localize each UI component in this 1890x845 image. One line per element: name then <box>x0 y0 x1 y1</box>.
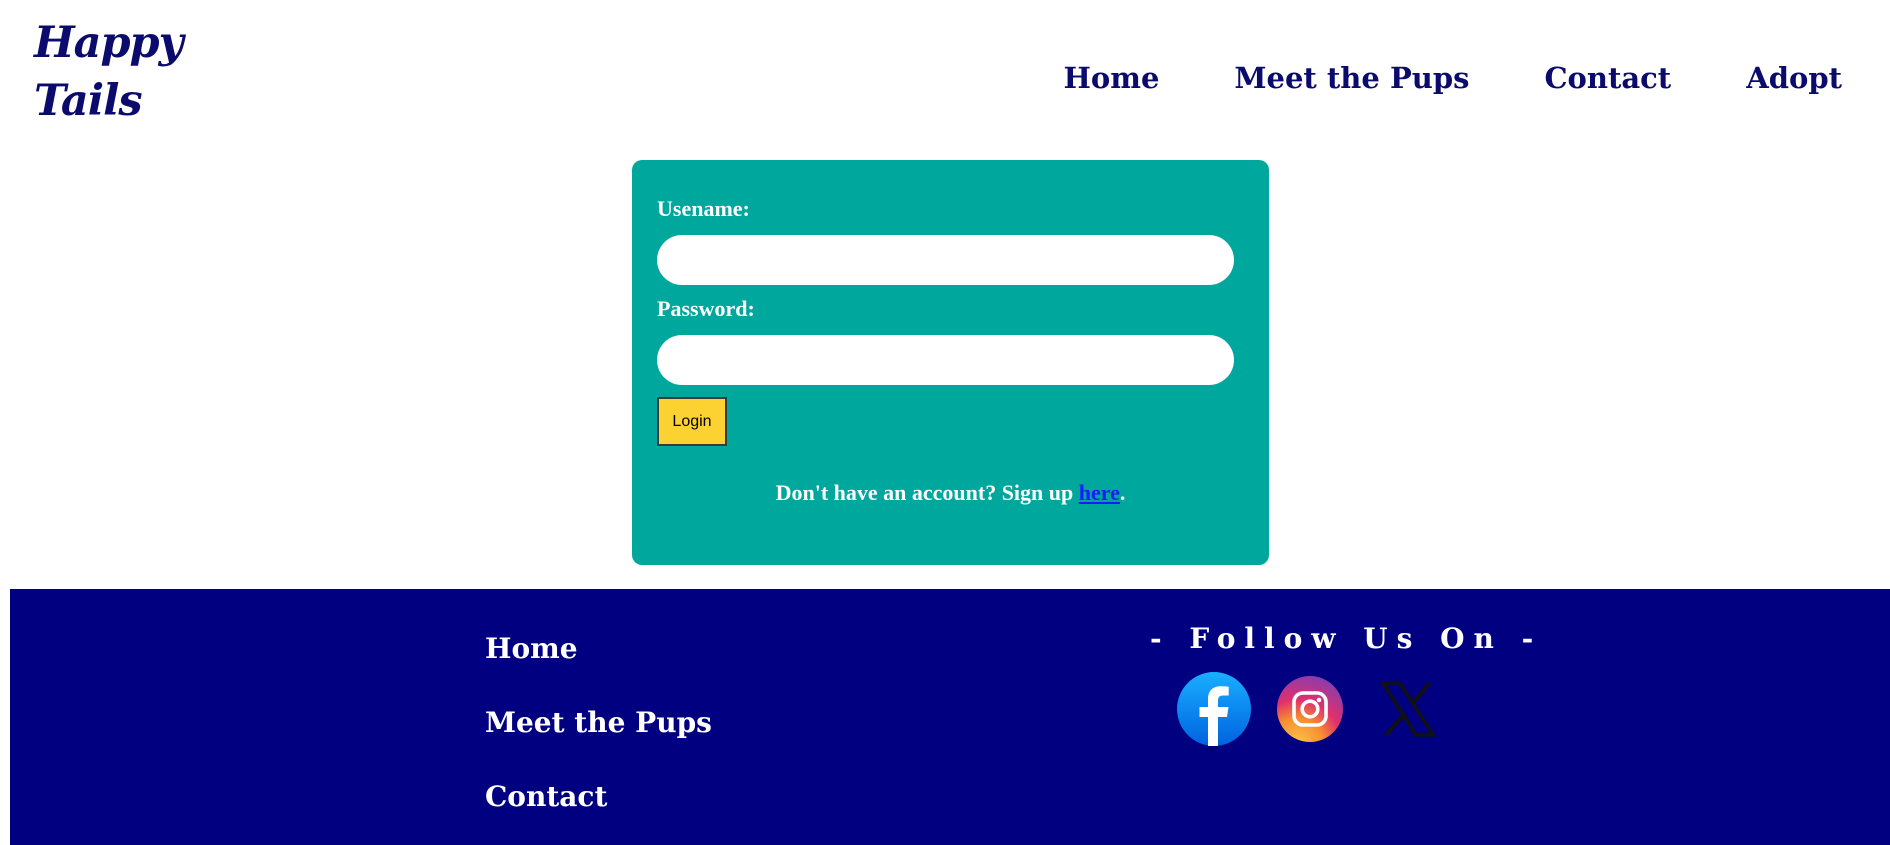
logo-line-2: Tails <box>34 76 143 126</box>
nav-contact[interactable]: Contact <box>1544 58 1671 98</box>
footer-link-meet-the-pups[interactable]: Meet the Pups <box>485 703 712 743</box>
main-nav: Home Meet the Pups Contact Adopt <box>1064 58 1842 98</box>
login-button[interactable]: Login <box>657 397 727 446</box>
nav-adopt[interactable]: Adopt <box>1746 58 1842 98</box>
signup-prompt: Don't have an account? Sign up here. <box>632 480 1269 506</box>
facebook-icon[interactable] <box>1177 672 1251 746</box>
signup-prefix-text: Don't have an account? Sign up <box>775 480 1079 505</box>
x-twitter-icon[interactable] <box>1375 676 1441 742</box>
footer-link-home[interactable]: Home <box>485 629 712 669</box>
instagram-icon[interactable] <box>1277 676 1343 742</box>
nav-meet-the-pups[interactable]: Meet the Pups <box>1234 58 1469 98</box>
site-footer: Home Meet the Pups Contact - Follow Us O… <box>10 589 1890 845</box>
username-input[interactable] <box>657 235 1234 285</box>
username-label: Usename: <box>657 196 750 221</box>
site-logo[interactable]: Happy Tails <box>34 14 184 130</box>
logo-line-1: Happy <box>34 18 184 68</box>
follow-us-heading: - Follow Us On - <box>1150 622 1543 655</box>
footer-link-contact[interactable]: Contact <box>485 777 712 817</box>
login-card: Usename: Password: Login Don't have an a… <box>632 160 1269 565</box>
password-label: Password: <box>657 296 755 321</box>
footer-links: Home Meet the Pups Contact <box>485 629 712 845</box>
password-input[interactable] <box>657 335 1234 385</box>
signup-suffix-text: . <box>1119 480 1126 505</box>
nav-home[interactable]: Home <box>1064 58 1160 98</box>
signup-here-link[interactable]: here <box>1079 480 1120 505</box>
